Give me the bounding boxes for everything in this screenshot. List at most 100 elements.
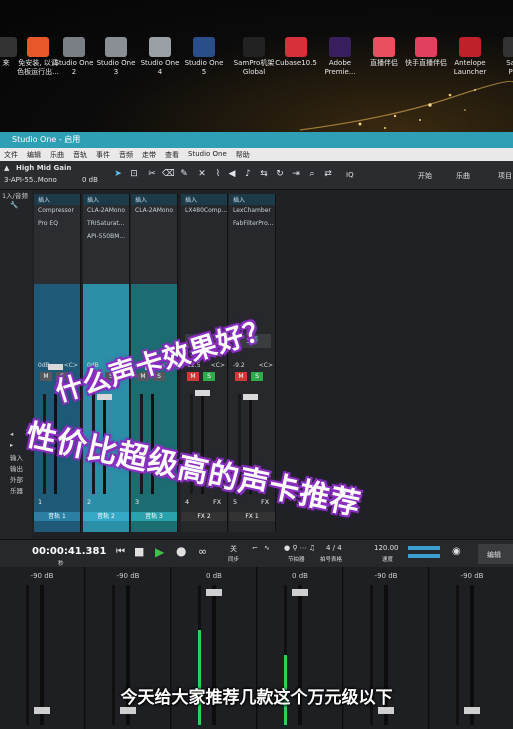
insert-slot[interactable]: Pro EQ — [34, 218, 80, 231]
insert-header[interactable]: 插入 — [34, 194, 80, 205]
more-icon[interactable]: ◉ — [452, 546, 461, 557]
insert-slot[interactable]: API-550BM... — [83, 231, 129, 244]
preset-icon: ▲ — [4, 164, 10, 172]
desktop-icon[interactable]: 直播伴侣 — [362, 37, 406, 68]
mute-button[interactable]: M — [187, 372, 199, 381]
pan-readout[interactable]: <C> — [211, 362, 225, 369]
menu-studio-one[interactable]: Studio One — [184, 148, 232, 161]
fader-cap[interactable] — [206, 589, 222, 596]
time-display: 00:00:41.381 — [32, 546, 107, 557]
edit-button[interactable]: 编辑 — [478, 544, 513, 564]
channel-db: -90 dB — [460, 572, 484, 580]
desktop-icon[interactable]: 快手直播伴侣 — [404, 37, 448, 68]
fader-cap[interactable] — [195, 390, 210, 396]
insert-header[interactable]: 插入 — [229, 194, 275, 205]
insert-slot[interactable]: LX480Comp... — [181, 205, 227, 218]
insert-slot[interactable]: Compressor — [34, 205, 80, 218]
arrow-tool-icon[interactable]: ➤ — [112, 168, 124, 180]
desktop-icon-label: Sam Pro — [506, 59, 513, 76]
insert-slot[interactable]: LexChamber — [229, 205, 275, 218]
channel-name[interactable]: 音轨 3 — [131, 512, 177, 521]
loop-icon[interactable]: ↻ — [274, 168, 286, 180]
play-icon[interactable]: ▶ — [155, 545, 164, 559]
desktop-icon-label: SamPro机架 Global — [233, 59, 275, 76]
mute-tool-icon[interactable]: ✕ — [196, 168, 208, 180]
tempo-value[interactable]: 120.00 — [374, 544, 399, 552]
wave-icon[interactable]: ∿ — [264, 544, 270, 552]
snap-icon[interactable]: ⇆ — [258, 168, 270, 180]
channel-number: 5 — [233, 498, 238, 506]
pan-readout[interactable]: <C> — [259, 362, 273, 369]
channel-name[interactable]: FX 1 — [229, 512, 275, 521]
speaker-icon[interactable]: ♪ — [242, 168, 254, 180]
mute-button[interactable]: M — [235, 372, 247, 381]
stop-icon[interactable]: ■ — [134, 545, 144, 558]
menu-audio[interactable]: 音频 — [115, 148, 138, 161]
insert-slot[interactable]: CLA-2AMono — [83, 205, 129, 218]
desktop-icon[interactable]: Cubase10.5 — [274, 37, 318, 68]
solo-button[interactable]: S — [203, 372, 215, 381]
fader-cap[interactable] — [243, 394, 258, 400]
channel-name[interactable]: 音轨 2 — [83, 512, 129, 521]
tab-song[interactable]: 乐曲 — [456, 171, 470, 181]
output-label[interactable]: 输出 — [0, 463, 32, 474]
marker-icon[interactable]: ⌐ — [252, 544, 258, 552]
fader-cap[interactable] — [34, 707, 50, 714]
metronome-icon[interactable]: ● ⚲ ⋯ ♫ — [284, 544, 315, 552]
desktop-icon[interactable]: Antelope Launcher — [448, 37, 492, 76]
insert-header[interactable]: 插入 — [83, 194, 129, 205]
app-icon — [149, 37, 171, 57]
zoom-icon[interactable]: ⌕ — [306, 168, 318, 180]
menu-track[interactable]: 音轨 — [69, 148, 92, 161]
solo-button[interactable]: S — [251, 372, 263, 381]
fader-cap[interactable] — [292, 589, 308, 596]
menu-view[interactable]: 查看 — [161, 148, 184, 161]
loop-transport-icon[interactable]: ∞ — [198, 545, 207, 558]
menu-event[interactable]: 事件 — [92, 148, 115, 161]
iq-label[interactable]: IQ — [346, 171, 354, 179]
desktop-icon[interactable]: Studio One 4 — [138, 37, 182, 76]
tab-project[interactable]: 项目 — [498, 171, 512, 181]
desktop-icon[interactable]: SamPro机架 Global — [232, 37, 276, 76]
split-tool-icon[interactable]: ✂ — [146, 168, 158, 180]
paint-tool-icon[interactable]: ✎ — [178, 168, 190, 180]
insert-header[interactable]: 插入 — [131, 194, 177, 205]
menu-edit[interactable]: 编辑 — [23, 148, 46, 161]
menu-help[interactable]: 帮助 — [232, 148, 255, 161]
sync-value[interactable]: 关 — [230, 544, 237, 554]
quantize-icon[interactable]: ⇥ — [290, 168, 302, 180]
insert-slot[interactable]: FabFilterPro... — [229, 218, 275, 231]
swap-icon[interactable]: ⇄ — [322, 168, 334, 180]
menu-file[interactable]: 文件 — [0, 148, 23, 161]
instrument-label[interactable]: 乐器 — [0, 485, 32, 496]
rewind-icon[interactable]: ⏮ — [116, 546, 125, 557]
fader-cap[interactable] — [464, 707, 480, 714]
channel-name[interactable]: 音轨 1 — [34, 512, 80, 521]
desktop-icon[interactable]: Studio One 2 — [52, 37, 96, 76]
channel-name[interactable]: FX 2 — [181, 512, 227, 521]
menu-transport[interactable]: 走带 — [138, 148, 161, 161]
fader-cap[interactable] — [378, 707, 394, 714]
time-signature[interactable]: 4 / 4 — [326, 544, 342, 552]
desktop-icon[interactable]: Adobe Premie... — [318, 37, 362, 76]
desktop-icon[interactable]: Studio One 5 — [182, 37, 226, 76]
menu-song[interactable]: 乐曲 — [46, 148, 69, 161]
bend-tool-icon[interactable]: ⌇ — [212, 168, 224, 180]
app-icon — [243, 37, 265, 57]
preset-name[interactable]: High Mid Gain — [16, 164, 71, 172]
insert-slot[interactable]: TRISaturat... — [83, 218, 129, 231]
insert-slot[interactable]: CLA-2AMono — [131, 205, 177, 218]
listen-tool-icon[interactable]: ◀ — [226, 168, 238, 180]
erase-tool-icon[interactable]: ⌫ — [162, 168, 175, 180]
desktop-icon[interactable]: Studio One 3 — [94, 37, 138, 76]
external-label[interactable]: 外部 — [0, 474, 32, 485]
fader-cap[interactable] — [120, 707, 136, 714]
desktop-icon[interactable]: Sam Pro — [492, 37, 513, 76]
wrench-icon[interactable]: 🔧 — [0, 201, 32, 212]
record-icon[interactable]: ● — [176, 544, 186, 558]
insert-header[interactable]: 插入 — [181, 194, 227, 205]
tab-start[interactable]: 开始 — [418, 171, 432, 181]
gain-value[interactable]: 0 dB — [82, 176, 98, 184]
channel-db: -90 dB — [116, 572, 140, 580]
range-tool-icon[interactable]: ⊡ — [128, 168, 140, 180]
